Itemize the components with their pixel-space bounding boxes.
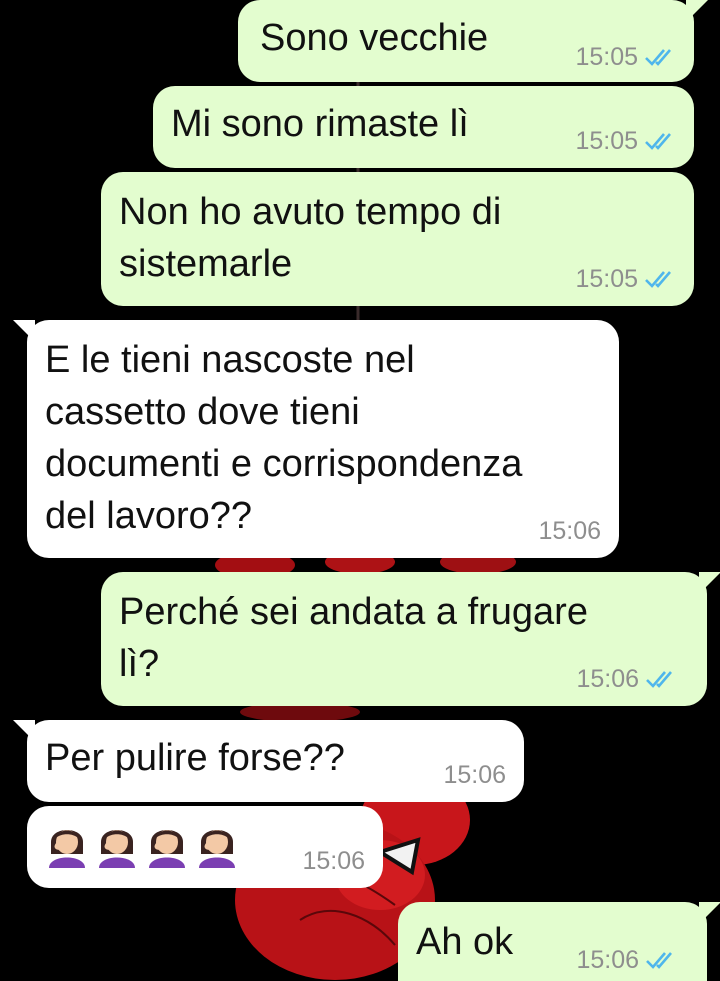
bubble-tail <box>13 320 35 342</box>
message-bubble-incoming[interactable]: 15:06 <box>27 806 383 888</box>
message-time: 15:05 <box>575 43 638 71</box>
double-check-icon <box>645 133 671 150</box>
message-text: Perché sei andata a frugare lì? <box>119 591 588 685</box>
message-meta: 15:06 <box>576 664 677 694</box>
message-text: Non ho avuto tempo di sistemarle <box>119 191 502 285</box>
woman-facepalming-icon <box>149 830 185 868</box>
message-bubble-incoming[interactable]: E le tieni nascoste nel cassetto dove ti… <box>13 320 619 558</box>
message-meta: 15:05 <box>575 42 676 72</box>
message-bubble-outgoing[interactable]: Perché sei andata a frugare lì? 15:06 <box>101 572 720 706</box>
message-time: 15:06 <box>302 847 365 875</box>
bubble-tail <box>699 572 720 594</box>
message-time: 15:06 <box>576 946 639 974</box>
bubble-tail <box>13 720 35 742</box>
message-bubble-outgoing[interactable]: Ah ok 15:06 <box>398 902 720 981</box>
message-bubble-incoming[interactable]: Per pulire forse?? 15:06 <box>13 720 524 802</box>
double-check-icon <box>645 49 671 66</box>
message-text: Ah ok <box>416 921 514 963</box>
bubble-tail <box>686 0 708 22</box>
woman-facepalming-icon <box>99 830 135 868</box>
message-meta: 15:06 <box>538 516 601 546</box>
message-bubble-outgoing[interactable]: Sono vecchie 15:05 <box>238 0 708 82</box>
message-bubble-outgoing[interactable]: Non ho avuto tempo di sistemarle 15:05 <box>101 172 694 306</box>
message-time: 15:05 <box>575 265 638 293</box>
message-meta: 15:06 <box>302 846 365 876</box>
message-meta: 15:06 <box>576 945 677 975</box>
message-text: Sono vecchie <box>260 17 489 59</box>
message-text: Per pulire forse?? <box>45 737 345 779</box>
double-check-icon <box>646 671 672 688</box>
message-time: 15:06 <box>576 665 639 693</box>
woman-facepalming-icon <box>49 830 85 868</box>
message-time: 15:05 <box>575 127 638 155</box>
emoji-row <box>45 820 239 868</box>
message-meta: 15:06 <box>443 760 506 790</box>
message-bubble-outgoing[interactable]: Mi sono rimaste lì 15:05 <box>153 86 694 168</box>
message-meta: 15:05 <box>575 264 676 294</box>
message-time: 15:06 <box>443 761 506 789</box>
woman-facepalming-icon <box>199 830 235 868</box>
bubble-tail <box>699 902 720 924</box>
message-meta: 15:05 <box>575 126 676 156</box>
double-check-icon <box>645 271 671 288</box>
message-time: 15:06 <box>538 517 601 545</box>
message-text: E le tieni nascoste nel cassetto dove ti… <box>45 339 523 537</box>
double-check-icon <box>646 952 672 969</box>
message-text: Mi sono rimaste lì <box>171 103 469 145</box>
